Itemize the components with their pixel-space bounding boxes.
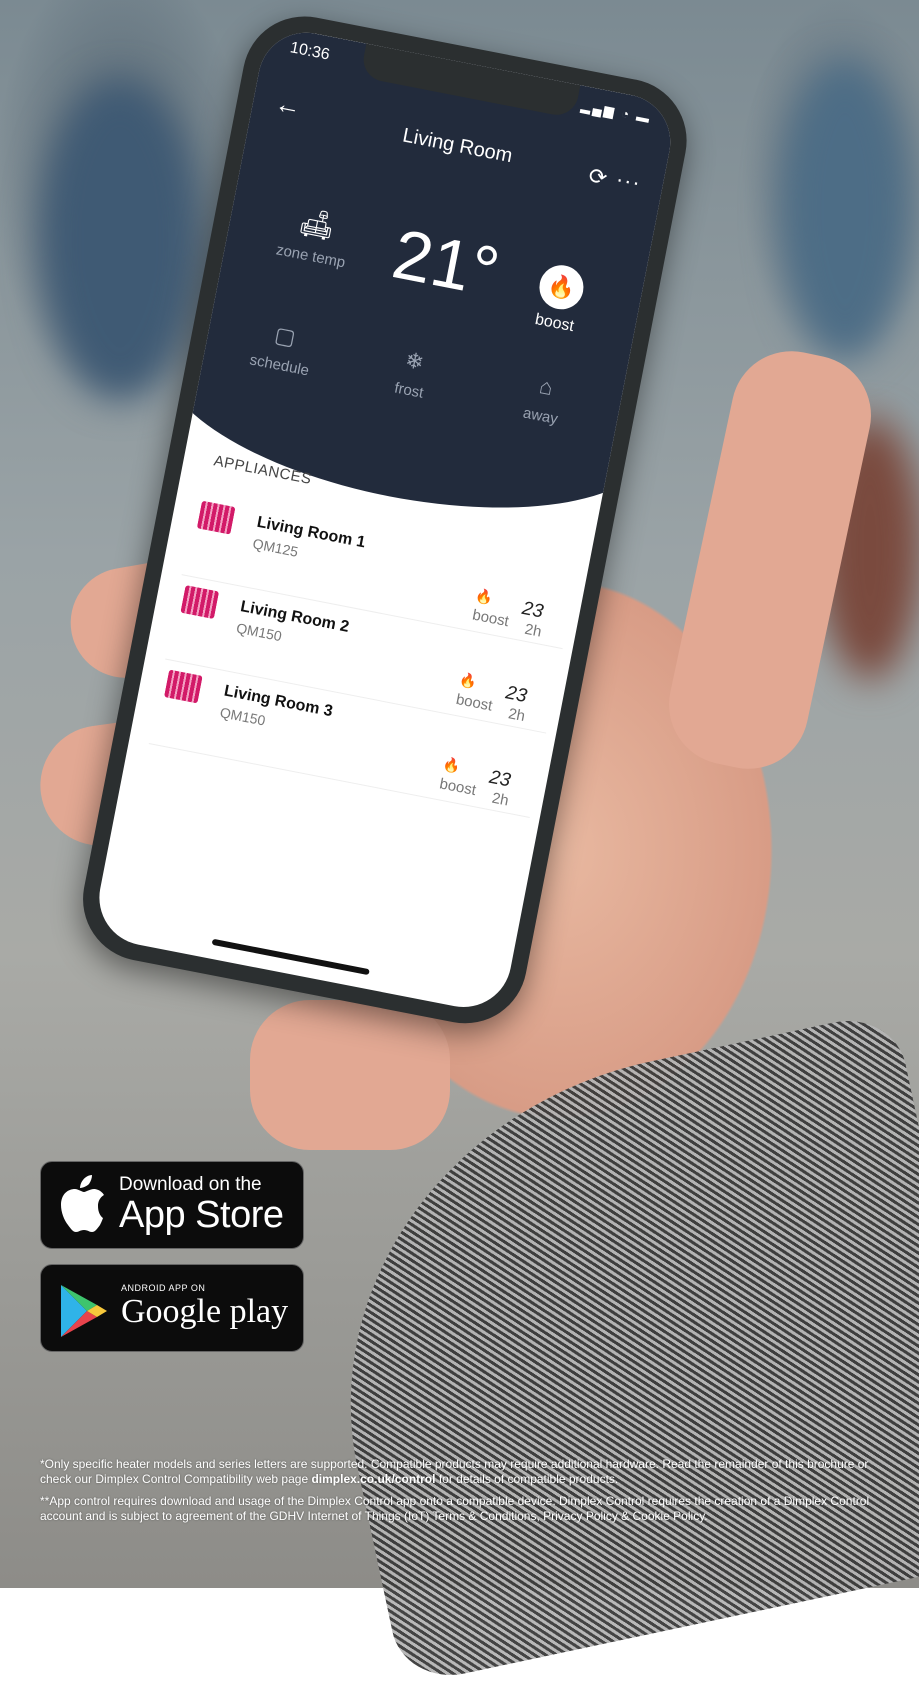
app-screen: 10:36 ▂▄▆ ◔ ▬ ← Living Room ⟳ ··· 🛋 zone… — [91, 24, 679, 1016]
app-store-badge[interactable]: Download on the App Store — [40, 1161, 304, 1249]
appliance-temp: 23 — [487, 766, 513, 792]
appliance-duration: 2h — [490, 789, 511, 810]
radiator-icon — [196, 500, 236, 535]
appliance-model: QM125 — [251, 535, 300, 560]
appliance-duration: 2h — [506, 705, 527, 726]
appliance-duration: 2h — [523, 620, 543, 641]
apple-logo-icon — [61, 1175, 104, 1232]
appliance-mode: boost — [438, 775, 478, 800]
radiator-icon — [163, 669, 203, 704]
google-play-big-text: Google play — [121, 1293, 289, 1330]
appliance-mode: boost — [470, 606, 511, 631]
footnote-1-end: for details of compatible products. — [435, 1472, 619, 1486]
radiator-icon — [180, 585, 220, 620]
appliance-model: QM150 — [218, 704, 267, 729]
google-play-icon — [61, 1285, 107, 1337]
appliance-temp: 23 — [503, 682, 529, 707]
flame-icon: 🔥 — [457, 671, 479, 691]
footnote-2: **App control requires download and usag… — [40, 1494, 870, 1523]
appliance-mode: boost — [454, 690, 494, 715]
google-play-small-text: ANDROID APP ON — [121, 1283, 206, 1293]
app-store-big-text: App Store — [119, 1194, 284, 1236]
compatibility-link[interactable]: dimplex.co.uk/control — [311, 1472, 435, 1486]
home-indicator — [211, 938, 370, 976]
footnote-1: *Only specific heater models and series … — [40, 1457, 880, 1487]
flame-icon: 🔥 — [441, 755, 462, 775]
flame-icon: 🔥 — [474, 586, 495, 606]
appliance-model: QM150 — [235, 619, 284, 645]
more-icon[interactable]: ··· — [614, 166, 643, 196]
google-play-badge[interactable]: ANDROID APP ON Google play — [40, 1264, 304, 1352]
app-store-small-text: Download on the — [119, 1174, 262, 1195]
phone-body: 10:36 ▂▄▆ ◔ ▬ ← Living Room ⟳ ··· 🛋 zone… — [72, 5, 698, 1034]
appliance-temp: 23 — [520, 597, 546, 623]
flame-icon: 🔥 — [535, 261, 588, 314]
